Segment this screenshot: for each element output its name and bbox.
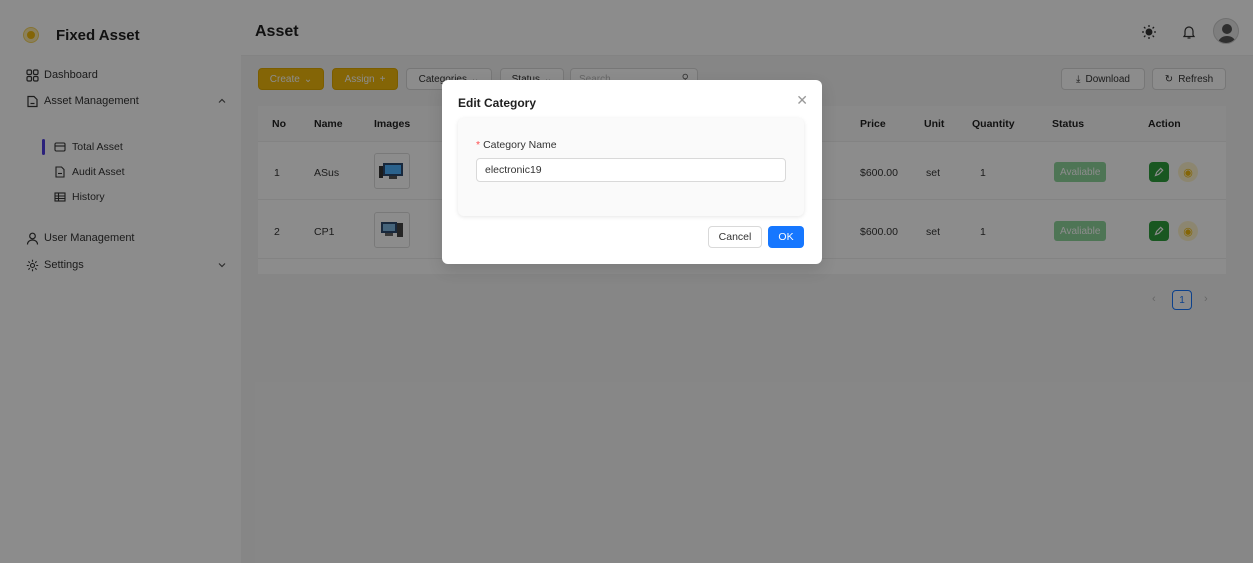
cancel-button[interactable]: Cancel: [708, 226, 762, 248]
edit-category-modal: Edit Category ✕ *Category Name Cancel OK: [442, 80, 822, 264]
close-icon[interactable]: ✕: [796, 92, 808, 109]
required-mark: *: [476, 139, 481, 151]
form-card: * Category Name: [458, 118, 804, 216]
ok-button[interactable]: OK: [768, 226, 804, 248]
category-name-field[interactable]: [476, 158, 786, 182]
category-name-label: * Category Name: [476, 139, 557, 151]
modal-title: Edit Category: [458, 96, 537, 110]
